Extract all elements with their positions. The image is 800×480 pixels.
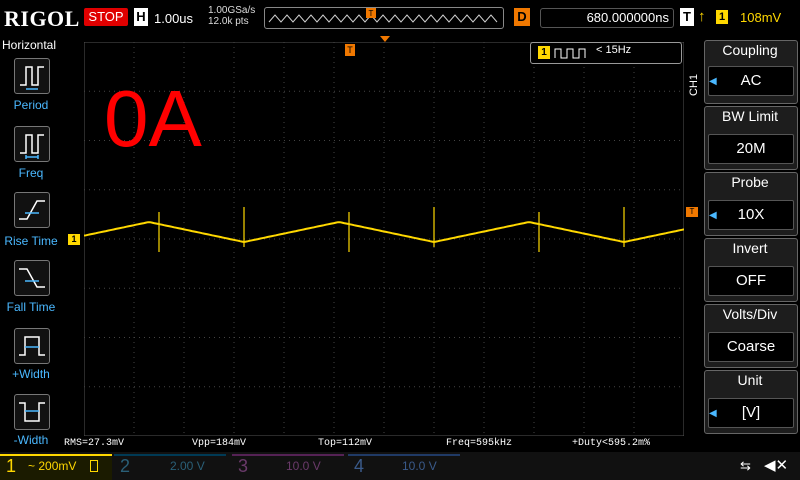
top-measurement[interactable]: Top=112mV bbox=[318, 438, 372, 449]
coupling-label: Coupling bbox=[722, 42, 778, 58]
unit-arrow-icon: ◀ bbox=[709, 408, 717, 419]
measurement-bar: RMS=27.3mV Vpp=184mV Top=112mV Freq=595k… bbox=[62, 436, 702, 450]
memory-overview-bar: T bbox=[264, 7, 504, 29]
trigger-level-marker[interactable]: T bbox=[686, 207, 698, 217]
rms-measurement[interactable]: RMS=27.3mV bbox=[64, 438, 124, 449]
period-button[interactable] bbox=[14, 58, 50, 94]
channel-tab[interactable]: CH1 bbox=[688, 74, 700, 96]
ch2-scale: 2.00 V bbox=[170, 459, 205, 473]
left-panel-title: Horizontal bbox=[2, 38, 57, 52]
speaker-mute-icon[interactable]: ◀✕ bbox=[764, 456, 788, 474]
minus-width-label: -Width bbox=[13, 433, 49, 447]
ch3-scale: 10.0 V bbox=[286, 459, 321, 473]
trigger-center-caret-icon bbox=[380, 36, 390, 42]
probe-arrow-icon: ◀ bbox=[709, 210, 717, 221]
trigger-channel-badge: 1 bbox=[716, 10, 728, 24]
brand-logo: RIGOL bbox=[4, 6, 80, 31]
volts-div-label: Volts/Div bbox=[722, 306, 778, 322]
freq-icon bbox=[20, 134, 44, 159]
freq-button[interactable] bbox=[14, 126, 50, 162]
usb-icon: ⇆ bbox=[740, 458, 751, 473]
run-stop-button[interactable]: STOP bbox=[84, 8, 128, 26]
rise-time-icon bbox=[19, 200, 45, 220]
ch1-number: 1 bbox=[6, 456, 17, 476]
timebase-badge: H bbox=[134, 8, 148, 26]
invert-label: Invert bbox=[732, 240, 768, 256]
minus-width-button[interactable] bbox=[14, 394, 50, 430]
bw-limit-value[interactable]: 20M bbox=[708, 134, 794, 164]
frequency-counter-channel: 1 bbox=[538, 46, 550, 59]
vpp-measurement[interactable]: Vpp=184mV bbox=[192, 438, 246, 449]
horizontal-delay-value[interactable]: 680.000000ns bbox=[540, 8, 674, 28]
current-overlay-label: 0A bbox=[104, 74, 202, 163]
ch1-offset-marker[interactable]: 1 bbox=[68, 234, 80, 245]
timebase-value[interactable]: 1.00us bbox=[154, 11, 193, 26]
trigger-badge: T bbox=[680, 8, 694, 26]
bw-limit-label: BW Limit bbox=[722, 108, 778, 124]
trigger-position-marker[interactable]: T bbox=[345, 44, 355, 56]
invert-value[interactable]: OFF bbox=[708, 266, 794, 296]
ch4-scale: 10.0 V bbox=[402, 459, 437, 473]
fall-time-label: Fall Time bbox=[6, 300, 56, 314]
svg-text:T: T bbox=[369, 9, 374, 18]
trigger-slope-icon[interactable]: ↑ bbox=[698, 8, 706, 25]
fall-time-icon bbox=[19, 268, 45, 288]
plus-width-icon bbox=[19, 336, 45, 356]
unit-value[interactable]: [V] bbox=[708, 398, 794, 428]
ch1-scale: ~ 200mV bbox=[28, 459, 77, 473]
probe-label: Probe bbox=[731, 174, 769, 190]
memory-waveform-icon: T bbox=[268, 8, 498, 23]
volts-div-value[interactable]: Coarse bbox=[708, 332, 794, 362]
coupling-value[interactable]: AC bbox=[708, 66, 794, 96]
rise-time-label: Rise Time bbox=[4, 234, 58, 248]
coupling-arrow-icon: ◀ bbox=[709, 76, 717, 87]
plus-width-button[interactable] bbox=[14, 328, 50, 364]
fall-time-button[interactable] bbox=[14, 260, 50, 296]
rise-time-button[interactable] bbox=[14, 192, 50, 228]
sample-rate: 1.00GSa/s bbox=[208, 5, 256, 16]
period-label: Period bbox=[13, 98, 49, 112]
freq-measurement[interactable]: Freq=595kHz bbox=[446, 438, 512, 449]
frequency-counter-value: < 15Hz bbox=[596, 44, 632, 56]
ch1-battery-icon bbox=[90, 460, 98, 472]
ch4-number: 4 bbox=[354, 456, 365, 476]
probe-value[interactable]: 10X bbox=[708, 200, 794, 230]
plus-width-label: +Width bbox=[12, 367, 50, 381]
freq-label: Freq bbox=[18, 166, 44, 180]
delay-badge: D bbox=[514, 8, 530, 26]
unit-label: Unit bbox=[737, 372, 763, 388]
minus-width-icon bbox=[19, 402, 45, 422]
ch2-number: 2 bbox=[120, 456, 131, 476]
duty-measurement[interactable]: +Duty<595.2m% bbox=[572, 438, 650, 449]
ch3-number: 3 bbox=[238, 456, 249, 476]
period-icon bbox=[20, 66, 44, 90]
memory-depth: 12.0k pts bbox=[208, 16, 249, 27]
trigger-level-value[interactable]: 108mV bbox=[740, 10, 781, 25]
